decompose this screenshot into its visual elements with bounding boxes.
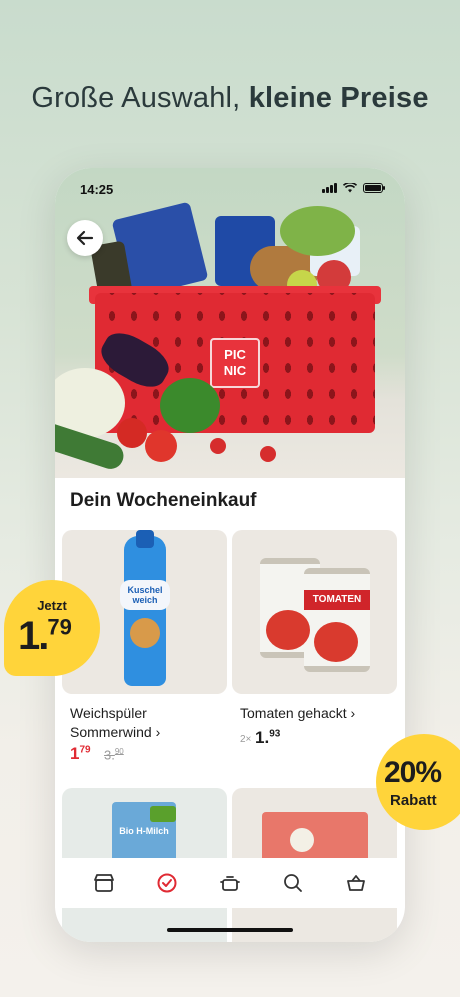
- battery-icon: [363, 183, 385, 193]
- product-name-link[interactable]: Weichspüler Sommerwind ›: [70, 704, 230, 742]
- status-icons: [322, 183, 385, 193]
- search-icon: [283, 874, 302, 892]
- picnic-logo: PIC NIC: [210, 338, 260, 388]
- chevron-right-icon: ›: [155, 724, 161, 740]
- signal-icon: [322, 183, 337, 193]
- arrow-left-icon: [76, 230, 94, 246]
- broccoli-icon: [160, 378, 220, 433]
- product-label: TOMATEN: [304, 590, 370, 610]
- price-main: 1.: [255, 728, 270, 747]
- tab-orders[interactable]: [153, 869, 181, 897]
- section-title: Dein Wocheneinkauf: [70, 490, 257, 511]
- phone-frame: 14:25 PIC NIC Dein Wocheneinkauf Kuschel…: [55, 168, 405, 942]
- product-name: Weichspüler Sommerwind: [70, 705, 152, 740]
- badge-label: Jetzt: [37, 598, 67, 613]
- strawberry-icon: [210, 438, 226, 454]
- product-price: 1.93: [255, 728, 280, 748]
- badge-price: 1.79: [18, 614, 72, 659]
- price-cents: 79: [79, 744, 91, 756]
- product-price: 179: [70, 744, 91, 764]
- wifi-icon: [343, 183, 357, 193]
- shop-icon: [94, 874, 115, 892]
- strawberry-icon: [260, 446, 276, 462]
- product-quantity: 2×: [240, 734, 252, 745]
- product-label: Bio H-Milch: [119, 826, 169, 836]
- product-name: Tomaten gehackt: [240, 705, 347, 721]
- status-time: 14:25: [80, 182, 114, 197]
- back-button[interactable]: [67, 220, 103, 256]
- check-circle-icon: [157, 873, 177, 893]
- badge-price-cents: 79: [47, 614, 72, 640]
- headline: Große Auswahl, kleine Preise: [0, 82, 460, 115]
- tomato-icon: [117, 418, 147, 448]
- tab-search[interactable]: [279, 869, 307, 897]
- product-label: Kuschel weich: [120, 580, 170, 610]
- old-price-main: 3.: [104, 747, 115, 763]
- pot-icon: [220, 876, 240, 891]
- chevron-right-icon: ›: [350, 705, 356, 721]
- tab-bar: [55, 858, 405, 908]
- price-cents: 93: [269, 728, 281, 740]
- product-old-price: 3.90: [104, 747, 124, 762]
- badge-price-main: 1.: [18, 614, 49, 658]
- basket-icon: [346, 875, 365, 891]
- headline-regular: Große Auswahl,: [31, 82, 249, 114]
- hero-image: 14:25 PIC NIC: [55, 168, 405, 478]
- promo-badge-jetzt: Jetzt 1.79: [4, 580, 100, 676]
- tab-basket[interactable]: [342, 869, 370, 897]
- tab-recipes[interactable]: [216, 869, 244, 897]
- badge-text: Rabatt: [390, 792, 437, 809]
- badge-percent: 20%: [384, 756, 442, 789]
- headline-bold: kleine Preise: [248, 82, 429, 114]
- tomato-icon: [145, 430, 177, 462]
- product-name-link[interactable]: Tomaten gehackt ›: [240, 704, 400, 723]
- old-price-cents: 90: [114, 747, 124, 756]
- home-indicator: [167, 928, 293, 932]
- product-image-tomatoes[interactable]: TOMATEN: [232, 530, 397, 694]
- grocery-salad-icon: [280, 206, 355, 256]
- tab-shop[interactable]: [90, 869, 118, 897]
